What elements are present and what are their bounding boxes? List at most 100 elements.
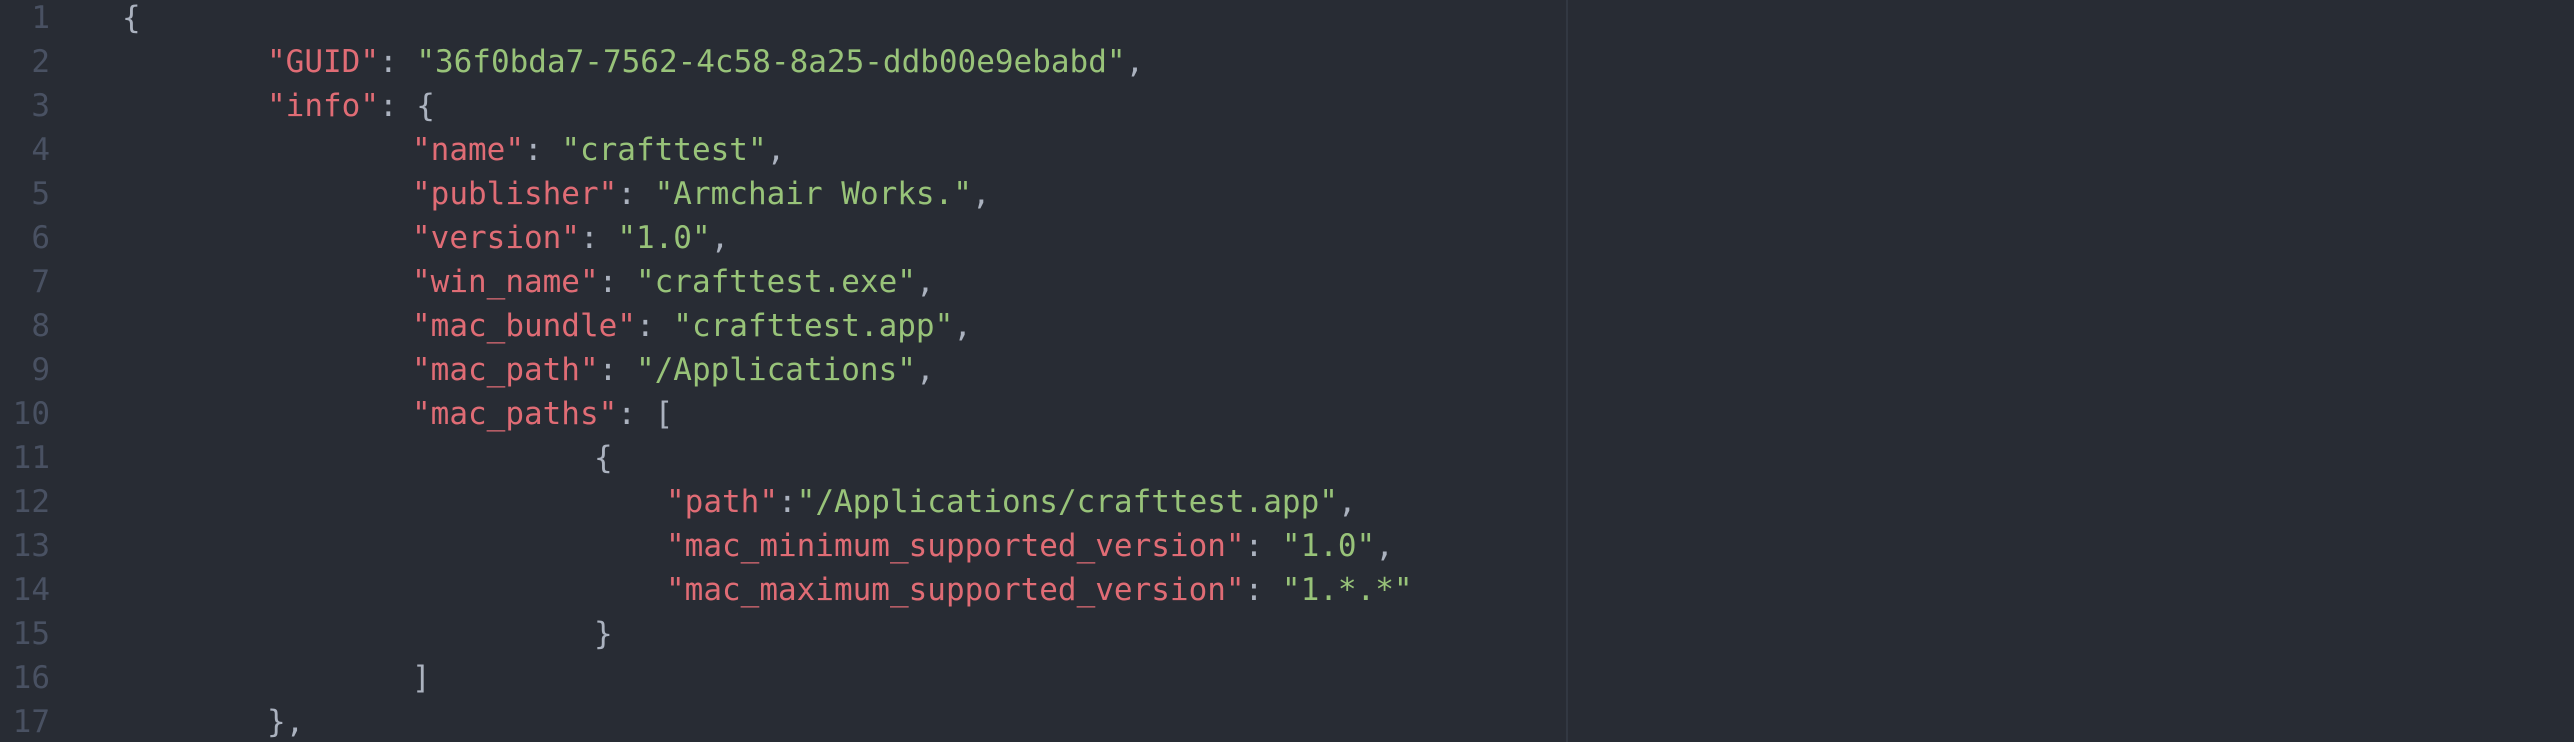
json-punctuation: , [915, 264, 935, 300]
line-content[interactable]: "mac_path": "/Applications", [412, 348, 935, 392]
json-punctuation: { [122, 0, 141, 36]
json-key: "name" [412, 132, 524, 168]
line-number: 6 [31, 220, 50, 256]
line-content[interactable]: "GUID": "36f0bda7-7562-4c58-8a25-ddb00e9… [267, 40, 1144, 84]
code-line[interactable]: 16] [0, 656, 2574, 700]
line-content[interactable]: "info": { [267, 84, 435, 128]
line-number: 12 [12, 484, 50, 520]
json-punctuation: : [1244, 528, 1282, 564]
line-number: 11 [12, 440, 50, 476]
json-punctuation: ] [412, 660, 431, 696]
json-punctuation: : { [378, 88, 435, 124]
json-key: "mac_path" [412, 352, 599, 388]
json-punctuation: : [777, 484, 797, 520]
code-line[interactable]: 7 "win_name": "crafttest.exe", [0, 260, 2574, 304]
json-punctuation: : [1244, 572, 1282, 608]
code-line[interactable]: 13 "mac_minimum_supported_version": "1.0"… [0, 524, 2574, 568]
line-number: 4 [31, 132, 50, 168]
line-content[interactable]: "path":"/Applications/crafttest.app", [666, 480, 1357, 524]
json-key: "version" [412, 220, 580, 256]
line-number: 3 [31, 88, 50, 124]
line-number: 15 [12, 616, 50, 652]
code-line[interactable]: 6 "version": "1.0", [0, 216, 2574, 260]
line-number: 7 [31, 264, 50, 300]
json-punctuation: : [598, 264, 636, 300]
json-punctuation: , [766, 132, 786, 168]
json-punctuation: , [1125, 44, 1145, 80]
line-content[interactable]: "version": "1.0", [412, 216, 729, 260]
code-line[interactable]: 4 "name": "crafttest", [0, 128, 2574, 172]
json-punctuation: , [1375, 528, 1394, 564]
json-key: "info" [267, 88, 379, 124]
json-punctuation: , [953, 308, 972, 344]
code-lines[interactable]: 1{2 "GUID": "36f0bda7-7562-4c58-8a25-ddb0… [0, 0, 2574, 742]
line-content[interactable]: ] [412, 656, 431, 700]
json-punctuation: : [598, 352, 636, 388]
json-punctuation: , [1337, 484, 1357, 520]
code-editor[interactable]: 1{2 "GUID": "36f0bda7-7562-4c58-8a25-ddb0… [0, 0, 2574, 742]
line-content[interactable]: { [594, 436, 613, 480]
code-line[interactable]: 5 "publisher": "Armchair Works.", [0, 172, 2574, 216]
line-content[interactable]: { [122, 0, 141, 40]
json-punctuation: , [971, 176, 991, 212]
json-punctuation: : [579, 220, 618, 256]
line-number: 8 [31, 308, 50, 344]
code-line[interactable]: 2 "GUID": "36f0bda7-7562-4c58-8a25-ddb00e… [0, 40, 2574, 84]
json-key: "mac_paths" [412, 396, 618, 432]
line-number: 10 [12, 396, 50, 432]
json-key: "win_name" [412, 264, 599, 300]
line-number: 1 [31, 0, 50, 36]
json-string: "1.0" [617, 220, 711, 256]
line-number: 9 [31, 352, 50, 388]
line-number: 5 [31, 176, 50, 212]
json-key: "GUID" [267, 44, 379, 80]
json-string: "1.0" [1281, 528, 1376, 564]
json-string: "crafttest" [561, 132, 767, 168]
json-punctuation: : [ [617, 396, 674, 432]
json-key: "path" [666, 484, 778, 520]
line-content[interactable]: "publisher": "Armchair Works.", [412, 172, 991, 216]
line-content[interactable]: "win_name": "crafttest.exe", [412, 260, 935, 304]
json-key: "mac_bundle" [412, 308, 636, 344]
code-line[interactable]: 9 "mac_path": "/Applications", [0, 348, 2574, 392]
json-punctuation: , [915, 352, 935, 388]
code-line[interactable]: 11 { [0, 436, 2574, 480]
line-content[interactable]: "name": "crafttest", [412, 128, 785, 172]
line-content[interactable]: }, [267, 700, 304, 742]
json-string: "36f0bda7-7562-4c58-8a25-ddb00e9ebabd" [416, 44, 1126, 80]
json-string: "crafttest.exe" [635, 264, 916, 300]
line-number: 14 [12, 572, 50, 608]
json-string: "1.*.*" [1281, 572, 1413, 608]
line-content[interactable]: "mac_paths": [ [412, 392, 673, 436]
line-number: 13 [12, 528, 50, 564]
json-string: "/Applications" [635, 352, 916, 388]
json-key: "mac_minimum_supported_version" [666, 528, 1245, 564]
json-punctuation: }, [267, 704, 305, 740]
json-key: "publisher" [412, 176, 618, 212]
json-string: "crafttest.app" [673, 308, 954, 344]
json-punctuation: } [594, 616, 613, 652]
json-punctuation: : [523, 132, 562, 168]
json-string: "/Applications/crafttest.app" [796, 484, 1338, 520]
line-content[interactable]: "mac_maximum_supported_version": "1.*.*" [666, 568, 1413, 612]
code-line[interactable]: 12 "path":"/Applications/crafttest.app", [0, 480, 2574, 524]
line-number: 2 [31, 44, 50, 80]
code-line[interactable]: 10 "mac_paths": [ [0, 392, 2574, 436]
json-punctuation: { [594, 440, 613, 476]
json-string: "Armchair Works." [654, 176, 972, 212]
json-punctuation: : [617, 176, 655, 212]
json-punctuation: , [710, 220, 730, 256]
code-line[interactable]: 3 "info": { [0, 84, 2574, 128]
line-content[interactable]: } [594, 612, 613, 656]
json-punctuation: : [378, 44, 417, 80]
code-line[interactable]: 1{ [0, 0, 2574, 40]
code-line[interactable]: 14 "mac_maximum_supported_version": "1.*.… [0, 568, 2574, 612]
line-number: 17 [12, 704, 50, 740]
code-line[interactable]: 8 "mac_bundle": "crafttest.app", [0, 304, 2574, 348]
line-content[interactable]: "mac_minimum_supported_version": "1.0", [666, 524, 1394, 568]
line-number: 16 [12, 660, 50, 696]
json-key: "mac_maximum_supported_version" [666, 572, 1245, 608]
code-line[interactable]: 17}, [0, 700, 2574, 742]
line-content[interactable]: "mac_bundle": "crafttest.app", [412, 304, 972, 348]
code-line[interactable]: 15} [0, 612, 2574, 656]
